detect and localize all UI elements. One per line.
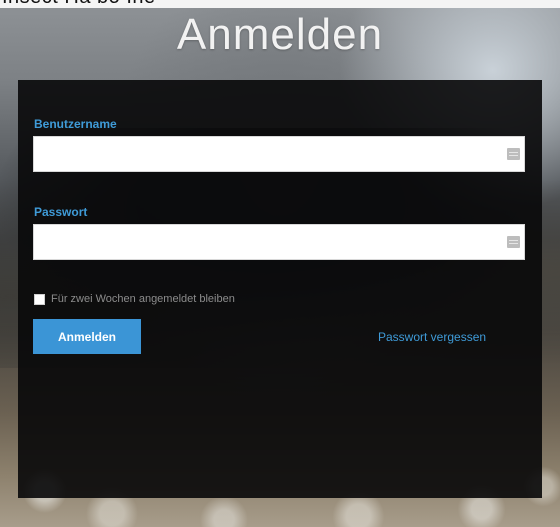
username-field-box: [33, 136, 525, 172]
remember-checkbox[interactable]: [34, 293, 45, 305]
password-input[interactable]: [34, 225, 494, 259]
clipped-header-text: Insect Ha bo Ine: [2, 0, 156, 8]
password-field-box: [33, 224, 525, 260]
login-button[interactable]: Anmelden: [33, 319, 141, 354]
login-panel: Benutzername Passwort Für zwei Wochen an…: [18, 80, 542, 498]
username-label: Benutzername: [34, 117, 117, 131]
password-manager-icon[interactable]: [507, 236, 520, 248]
remember-me[interactable]: Für zwei Wochen angemeldet bleiben: [34, 293, 235, 305]
username-input[interactable]: [34, 137, 494, 171]
forgot-password-link[interactable]: Passwort vergessen: [378, 330, 486, 344]
remember-label: Für zwei Wochen angemeldet bleiben: [51, 293, 235, 305]
password-manager-icon[interactable]: [507, 148, 520, 160]
page-title: Anmelden: [176, 10, 384, 59]
password-label: Passwort: [34, 205, 88, 219]
top-strip: Insect Ha bo Ine: [0, 0, 560, 8]
